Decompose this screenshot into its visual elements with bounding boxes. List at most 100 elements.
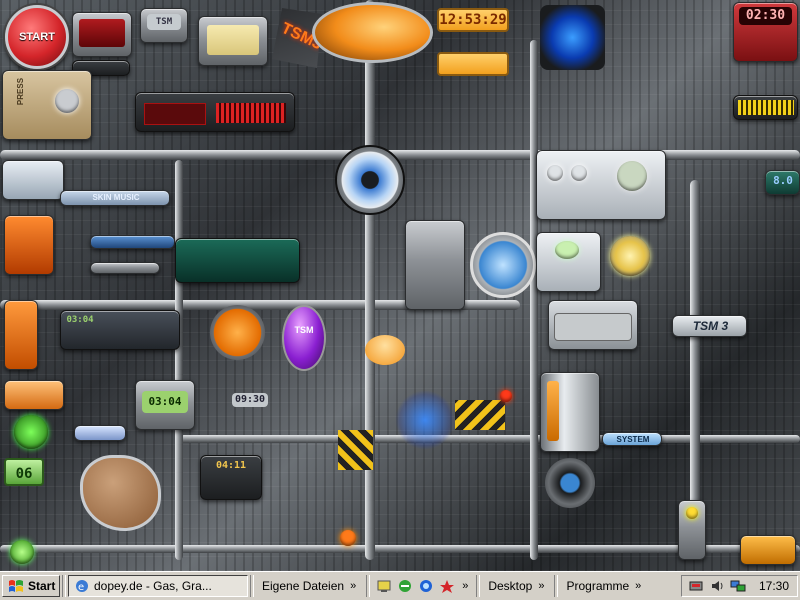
grey-cylinder bbox=[540, 372, 600, 452]
tsm-player-screen bbox=[548, 300, 638, 350]
ism-radio-display: 03:04 bbox=[142, 391, 188, 413]
taskbar-separator bbox=[554, 575, 559, 597]
quick-launch: » bbox=[372, 578, 474, 594]
skin-music-label: SKIN MUSIC bbox=[92, 193, 140, 202]
pipe bbox=[175, 160, 183, 560]
taskbar-separator bbox=[476, 575, 481, 597]
system-tray: 17:30 bbox=[680, 575, 798, 597]
system-label: SYSTEM bbox=[616, 435, 650, 444]
small-clock: 04:11 bbox=[215, 460, 247, 471]
programme-toolbar[interactable]: Programme » bbox=[560, 575, 650, 597]
white-round-button[interactable] bbox=[571, 165, 587, 181]
start-orb-label: START bbox=[19, 31, 55, 43]
hazard-plate bbox=[338, 430, 373, 470]
browser-icon[interactable] bbox=[397, 578, 413, 594]
insert-plate bbox=[90, 262, 160, 274]
press-knob[interactable] bbox=[55, 89, 79, 113]
helmet-orb bbox=[545, 458, 595, 508]
tray-device-icon[interactable] bbox=[688, 578, 704, 594]
programme-chevron-icon[interactable]: » bbox=[633, 580, 643, 592]
purple-orb-label: TSM bbox=[294, 325, 314, 335]
press-panel: PRESS bbox=[2, 70, 92, 140]
taskbar-separator bbox=[62, 575, 66, 597]
green-readout-value: 8.0 bbox=[773, 174, 793, 187]
show-desktop-icon[interactable] bbox=[376, 578, 392, 594]
tray-clock[interactable]: 17:30 bbox=[759, 579, 789, 593]
orange-label-plate bbox=[4, 380, 64, 410]
windows-logo-icon bbox=[8, 579, 24, 593]
press-label: PRESS bbox=[16, 77, 26, 106]
green-lamp bbox=[555, 241, 579, 259]
purple-orb: TSM bbox=[282, 305, 326, 371]
svg-text:e: e bbox=[78, 582, 84, 593]
green-bulb bbox=[10, 540, 34, 564]
white-round-button[interactable] bbox=[547, 165, 563, 181]
taskbar-separator bbox=[366, 575, 371, 597]
corner-clock-panel: 02:30 bbox=[733, 2, 798, 62]
blue-spark bbox=[395, 390, 455, 450]
taskbar: Start e dopey.de - Gas, Gra... Eigene Da… bbox=[0, 571, 800, 600]
green-readout: 8.0 bbox=[765, 170, 800, 195]
taskbar-separator bbox=[250, 575, 254, 597]
skin-music-bar: SKIN MUSIC bbox=[60, 190, 170, 206]
yellow-dial bbox=[610, 236, 650, 276]
corner-clock: 02:30 bbox=[739, 7, 792, 25]
desktop-chevron-icon[interactable]: » bbox=[536, 580, 546, 592]
red-eq-panel bbox=[135, 92, 295, 132]
media-icon[interactable] bbox=[439, 578, 455, 594]
signal-tower bbox=[678, 500, 706, 560]
teal-board bbox=[175, 238, 300, 283]
tsm3-logo-plate: TSM 3 bbox=[672, 315, 747, 337]
yellow-led bbox=[686, 507, 698, 519]
green-round-button[interactable] bbox=[617, 161, 647, 191]
eigene-dateien-toolbar[interactable]: Eigene Dateien » bbox=[256, 575, 365, 597]
small-clock-panel: 04:11 bbox=[200, 455, 262, 500]
eye-dial bbox=[335, 145, 405, 215]
player-info-time: 03:04 bbox=[66, 315, 94, 325]
orange-pill-light bbox=[365, 335, 405, 365]
orange-display bbox=[437, 52, 509, 76]
green-counter: 06 bbox=[4, 458, 44, 486]
skin-mini-panel bbox=[2, 160, 64, 200]
eigene-dateien-label: Eigene Dateien bbox=[262, 579, 345, 593]
orange-canister bbox=[4, 300, 38, 370]
beige-screen-panel bbox=[198, 16, 268, 66]
pipe bbox=[0, 150, 800, 160]
network-icon[interactable] bbox=[418, 578, 434, 594]
top-digital-clock: 12:53:29 bbox=[437, 8, 509, 32]
ism-radio: 03:04 bbox=[135, 380, 195, 430]
eigene-dateien-chevron-icon[interactable]: » bbox=[348, 580, 358, 592]
task-window-button[interactable]: e dopey.de - Gas, Gra... bbox=[68, 575, 248, 597]
tray-network-icon[interactable] bbox=[730, 578, 746, 594]
mid-clock: 09:30 bbox=[232, 393, 268, 407]
orange-capsule bbox=[312, 2, 433, 63]
blue-pill-button[interactable] bbox=[74, 425, 126, 441]
light-block bbox=[536, 232, 601, 292]
blue-plasma-orb bbox=[540, 5, 605, 70]
start-button[interactable]: Start bbox=[2, 575, 60, 597]
start-orb-button[interactable]: START bbox=[5, 5, 69, 69]
programme-toolbar-label: Programme bbox=[566, 579, 630, 593]
task-window-label: dopey.de - Gas, Gra... bbox=[94, 579, 212, 593]
crosshair-orb bbox=[470, 232, 536, 298]
desktop-toolbar[interactable]: Desktop » bbox=[482, 575, 553, 597]
red-led bbox=[500, 390, 512, 402]
orange-gear-button[interactable] bbox=[210, 305, 265, 360]
pipe bbox=[180, 435, 800, 443]
pipe bbox=[530, 40, 538, 560]
green-radar bbox=[14, 415, 48, 449]
system-label-plate: SYSTEM bbox=[602, 432, 662, 446]
tsm-mini-label: TSM bbox=[147, 14, 181, 30]
blue-button-strip[interactable] bbox=[90, 235, 175, 249]
internet-explorer-icon: e bbox=[74, 578, 90, 594]
desktop-wallpaper: START TSM TSM3 12:53:29 02:30 PRESS SKIN… bbox=[0, 0, 800, 571]
quick-launch-chevron-icon[interactable]: » bbox=[460, 580, 470, 592]
center-console bbox=[405, 220, 465, 310]
brown-blob-panel bbox=[80, 455, 161, 531]
tsm3-logo-label: TSM 3 bbox=[692, 319, 729, 333]
hazard-plate-2 bbox=[455, 400, 505, 430]
pipe bbox=[365, 0, 375, 560]
tray-volume-icon[interactable] bbox=[709, 578, 725, 594]
start-button-label: Start bbox=[28, 579, 56, 593]
orange-skull-panel bbox=[4, 215, 54, 275]
